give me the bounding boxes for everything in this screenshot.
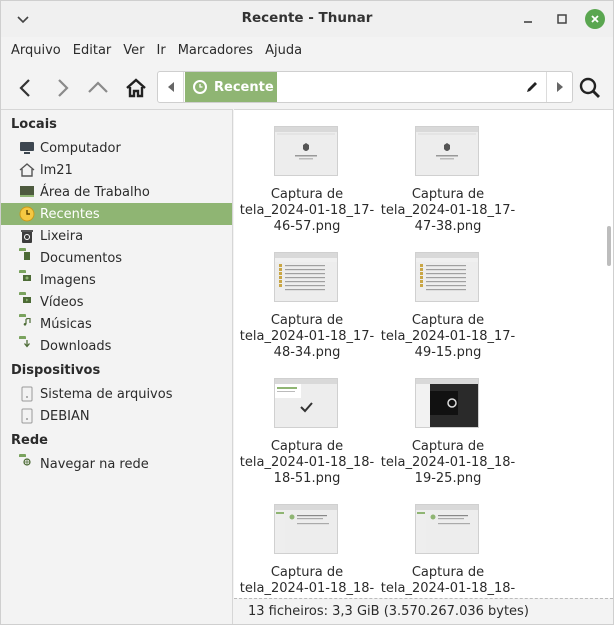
close-icon <box>591 15 599 23</box>
sidebar-item-navegar-na-rede[interactable]: Navegar na rede <box>1 453 232 475</box>
drive-icon <box>21 408 33 424</box>
file-thumbnail[interactable] <box>415 126 479 176</box>
triangle-right-icon <box>556 82 563 92</box>
sidebar-item-label: Downloads <box>40 338 112 354</box>
triangle-left-icon <box>167 82 174 92</box>
computer-icon <box>20 142 34 154</box>
sidebar-item-imagens[interactable]: Imagens <box>1 269 232 291</box>
file-thumbnail[interactable] <box>415 378 479 428</box>
sidebar-heading-rede: Rede <box>11 433 48 448</box>
sidebar-item-recentes[interactable]: Recentes <box>1 203 232 225</box>
sidebar-item-lixeira[interactable]: Lixeira <box>1 225 232 247</box>
search-button[interactable] <box>577 75 603 101</box>
file-thumbnail[interactable] <box>274 126 338 176</box>
file-name[interactable]: Captura de tela_2024-01-18_17- 49-15.png <box>378 313 518 361</box>
file-name[interactable]: Captura de tela_2024-01-18_18- <box>237 565 377 597</box>
title-bar[interactable]: Recente - Thunar <box>1 1 613 37</box>
menu-marcadores[interactable]: Marcadores <box>172 37 259 65</box>
menu-editar[interactable]: Editar <box>67 37 118 65</box>
clock-icon <box>193 80 207 94</box>
menu-arquivo[interactable]: Arquivo <box>5 37 67 65</box>
sidebar-item-area-de-trabalho[interactable]: Área de Trabalho <box>1 181 232 203</box>
close-button[interactable] <box>585 9 605 29</box>
toolbar: Recente <box>1 65 613 109</box>
file-thumbnail[interactable] <box>274 504 338 554</box>
sidebar-item-label: Músicas <box>40 316 92 332</box>
file-thumbnail[interactable] <box>415 252 479 302</box>
sidebar-item-label: Área de Trabalho <box>40 184 150 200</box>
arrow-left-icon <box>19 79 30 97</box>
minimize-icon <box>524 21 532 23</box>
screenshot-dark-icon <box>416 379 478 427</box>
file-name[interactable]: Captura de tela_2024-01-18_17- 46-57.png <box>237 187 377 235</box>
thunar-window: Recente - Thunar Arquivo Editar Ver Ir M… <box>0 0 614 625</box>
file-name[interactable]: Captura de tela_2024-01-18_18- <box>378 565 518 597</box>
sidebar: Locais Computador lm21 Área de Trabalho … <box>1 109 233 624</box>
sidebar-item-downloads[interactable]: Downloads <box>1 335 232 357</box>
screenshot-list-icon <box>275 253 337 291</box>
file-name[interactable]: Captura de tela_2024-01-18_18- 18-51.png <box>237 439 377 487</box>
screenshot-shield-icon <box>416 127 478 160</box>
file-thumbnail[interactable] <box>274 252 338 302</box>
file-name[interactable]: Captura de tela_2024-01-18_18- 19-25.png <box>378 439 518 487</box>
sidebar-heading-locais: Locais <box>11 117 57 132</box>
sidebar-item-label: Documentos <box>40 250 123 266</box>
maximize-button[interactable] <box>553 10 571 28</box>
status-bar: 13 ficheiros: 3,3 GiB (3.570.267.036 byt… <box>234 598 613 624</box>
search-icon <box>579 77 600 98</box>
file-thumbnail[interactable] <box>274 378 338 428</box>
file-name[interactable]: Captura de tela_2024-01-18_17- 48-34.png <box>237 313 377 361</box>
sidebar-item-label: Recentes <box>40 206 100 222</box>
forward-button[interactable] <box>49 75 75 101</box>
file-icon-view[interactable]: Captura de tela_2024-01-18_17- 46-57.png… <box>234 109 613 598</box>
drive-icon <box>21 386 33 402</box>
home-icon <box>19 163 35 177</box>
trash-icon <box>21 230 33 243</box>
menu-ajuda[interactable]: Ajuda <box>259 37 308 65</box>
home-button[interactable] <box>123 75 149 101</box>
screenshot-check-icon <box>275 379 337 413</box>
clock-icon <box>19 206 35 222</box>
parent-folder-button[interactable] <box>85 75 111 101</box>
arrow-right-icon <box>58 79 69 97</box>
sidebar-item-sistema-de-arquivos[interactable]: Sistema de arquivos <box>1 383 232 405</box>
desktop-icon <box>20 186 34 197</box>
path-scroll-right-button[interactable] <box>546 72 572 102</box>
path-bar[interactable]: Recente <box>157 71 573 103</box>
minimize-button[interactable] <box>519 10 537 28</box>
back-button[interactable] <box>13 75 39 101</box>
scrollbar[interactable] <box>607 226 611 266</box>
screenshot-list-icon <box>416 253 478 291</box>
breadcrumb-recent[interactable]: Recente <box>185 72 277 102</box>
sidebar-item-videos[interactable]: Vídeos <box>1 291 232 313</box>
breadcrumb-label: Recente <box>214 79 274 95</box>
maximize-icon <box>557 14 567 24</box>
sidebar-heading-dispositivos: Dispositivos <box>11 363 101 378</box>
sidebar-item-lm21[interactable]: lm21 <box>1 159 232 181</box>
file-name[interactable]: Captura de tela_2024-01-18_17- 47-38.png <box>378 187 518 235</box>
sidebar-item-debian[interactable]: DEBIAN <box>1 405 232 427</box>
sidebar-item-label: DEBIAN <box>40 408 90 424</box>
sidebar-item-label: Lixeira <box>40 228 84 244</box>
sidebar-item-label: Navegar na rede <box>40 456 149 472</box>
sidebar-item-label: Vídeos <box>40 294 84 310</box>
path-scroll-left-button[interactable] <box>158 72 184 102</box>
screenshot-text-icon <box>416 505 478 553</box>
arrow-up-icon <box>88 81 108 93</box>
menu-ir[interactable]: Ir <box>151 37 172 65</box>
sidebar-item-label: Imagens <box>40 272 96 288</box>
screenshot-text-icon <box>275 505 337 553</box>
home-icon <box>126 78 146 98</box>
pencil-icon[interactable] <box>524 79 540 95</box>
screenshot-shield-icon <box>275 127 337 160</box>
file-thumbnail[interactable] <box>415 504 479 554</box>
sidebar-item-documentos[interactable]: Documentos <box>1 247 232 269</box>
sidebar-item-label: lm21 <box>40 162 73 178</box>
menu-ver[interactable]: Ver <box>117 37 150 65</box>
sidebar-item-musicas[interactable]: Músicas <box>1 313 232 335</box>
sidebar-item-label: Sistema de arquivos <box>40 386 173 402</box>
sidebar-item-label: Computador <box>40 140 121 156</box>
menu-bar: Arquivo Editar Ver Ir Marcadores Ajuda <box>1 37 613 65</box>
sidebar-item-computador[interactable]: Computador <box>1 137 232 159</box>
